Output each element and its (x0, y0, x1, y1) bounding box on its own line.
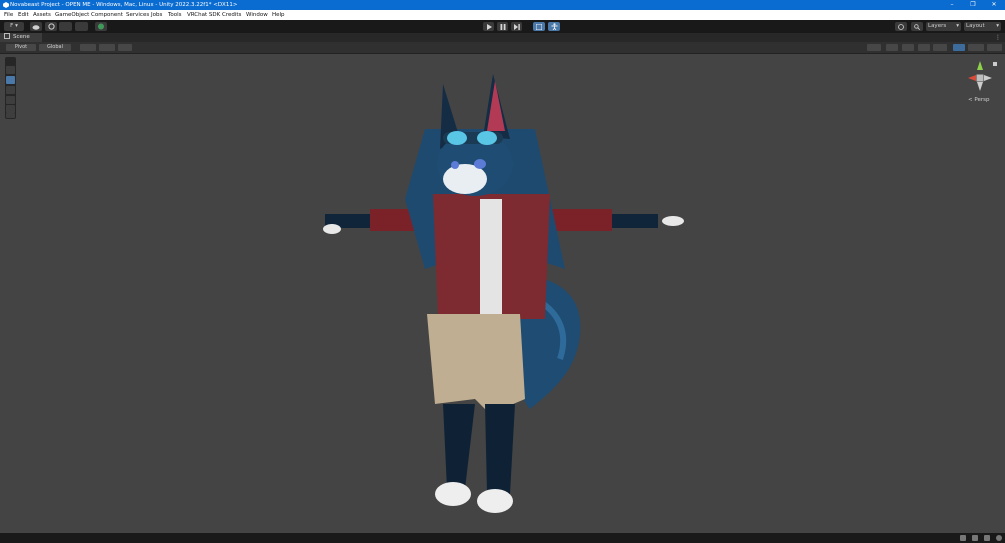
history-back-button[interactable] (59, 22, 72, 31)
menu-gameobject[interactable]: GameObject (55, 10, 89, 20)
close-button[interactable]: ✕ (984, 0, 1004, 10)
search-icon (914, 23, 921, 30)
menu-component[interactable]: Component (91, 10, 123, 20)
increment-snap-dropdown[interactable] (118, 44, 132, 51)
menu-services[interactable]: Services (126, 10, 149, 20)
status-bar (0, 533, 1005, 543)
menu-help[interactable]: Help (272, 10, 285, 20)
person-icon (551, 23, 557, 31)
person-tool-button[interactable] (548, 22, 560, 31)
chevron-down-icon: ▾ (996, 23, 999, 29)
2d-toggle[interactable] (886, 44, 898, 51)
unity-logo-icon (3, 2, 9, 8)
history-forward-button[interactable] (75, 22, 88, 31)
shading-mode-dropdown[interactable] (867, 44, 881, 51)
lighting-toggle[interactable] (902, 44, 914, 51)
rotate-tool-button[interactable] (6, 86, 15, 94)
main-toolbar: F ▾ Layers ▾ Layout ▾ (0, 20, 1005, 33)
scene-toolbar: Pivot Global (0, 42, 1005, 54)
more-options-icon[interactable]: ⋮ (995, 33, 1001, 42)
step-button[interactable] (511, 22, 522, 31)
vrchat-icon (98, 23, 104, 30)
menu-window[interactable]: Window (246, 10, 268, 20)
collab-icon (47, 23, 55, 30)
minimize-button[interactable]: – (942, 0, 962, 10)
global-dropdown[interactable]: Global (39, 44, 71, 51)
pivot-label: Pivot (14, 44, 28, 50)
settings-icon[interactable] (996, 535, 1002, 541)
cloud-icon (32, 24, 40, 30)
account-dropdown[interactable]: F ▾ (4, 22, 24, 31)
scene-tab-label: Scene (13, 34, 30, 40)
menu-edit[interactable]: Edit (18, 10, 29, 20)
perspective-label[interactable]: < Persp (968, 97, 989, 103)
bug-icon[interactable] (984, 535, 990, 541)
menu-tools[interactable]: Tools (168, 10, 182, 20)
audio-toggle[interactable] (918, 44, 930, 51)
hand-tool-button[interactable] (6, 66, 15, 74)
tab-scene[interactable]: Scene (0, 33, 42, 42)
step-icon (513, 23, 520, 30)
window-title: Novabeast Project - OPEN ME - Windows, M… (10, 2, 238, 8)
menu-assets[interactable]: Assets (33, 10, 51, 20)
gizmos-dropdown[interactable] (987, 44, 1002, 51)
vrchat-button[interactable] (95, 22, 107, 31)
title-bar: Novabeast Project - OPEN ME - Windows, M… (0, 0, 1005, 10)
layers-dropdown[interactable]: Layers ▾ (926, 22, 961, 31)
effects-dropdown[interactable] (933, 44, 947, 51)
collab-button[interactable] (45, 22, 57, 31)
maximize-button[interactable]: ❐ (963, 0, 983, 10)
scale-tool-button[interactable] (6, 96, 15, 104)
snap-settings-dropdown[interactable] (99, 44, 115, 51)
layers-label: Layers (928, 23, 947, 29)
tool-strip (5, 57, 16, 119)
menu-file[interactable]: File (4, 10, 13, 20)
grid-icon (535, 23, 543, 30)
play-button[interactable] (483, 22, 494, 31)
play-icon (486, 23, 492, 30)
progress-icon[interactable] (960, 535, 966, 541)
camera-settings-dropdown[interactable] (968, 44, 984, 51)
chevron-down-icon: ▾ (956, 23, 959, 29)
scene-grid-icon (4, 33, 10, 39)
cloud-button[interactable] (30, 22, 42, 31)
menu-bar: File Edit Assets GameObject Component Se… (0, 10, 1005, 20)
scene-tab-bar: Scene ⋮ (0, 33, 1005, 42)
clock-icon (898, 23, 904, 30)
pivot-dropdown[interactable]: Pivot (6, 44, 36, 51)
history-button[interactable] (895, 22, 907, 31)
menu-vrchat-sdk[interactable]: VRChat SDK (187, 10, 220, 20)
global-label: Global (47, 44, 63, 50)
search-button[interactable] (911, 22, 923, 31)
orientation-gizmo[interactable] (960, 57, 1000, 97)
layout-dropdown[interactable]: Layout ▾ (964, 22, 1001, 31)
console-icon[interactable] (972, 535, 978, 541)
pause-icon (500, 23, 505, 30)
layout-label: Layout (966, 23, 985, 29)
menu-jobs[interactable]: Jobs (151, 10, 162, 20)
transform-tool-button[interactable] (6, 113, 15, 118)
avatar-model (323, 74, 684, 513)
grid-visibility-dropdown[interactable] (80, 44, 96, 51)
grid-snap-button[interactable] (533, 22, 545, 31)
move-tool-button[interactable] (6, 76, 15, 84)
hidden-objects-toggle[interactable] (953, 44, 965, 51)
pause-button[interactable] (497, 22, 508, 31)
rect-tool-button[interactable] (6, 105, 15, 113)
scene-viewport[interactable]: < Persp (0, 54, 1005, 533)
menu-credits[interactable]: Credits (222, 10, 241, 20)
